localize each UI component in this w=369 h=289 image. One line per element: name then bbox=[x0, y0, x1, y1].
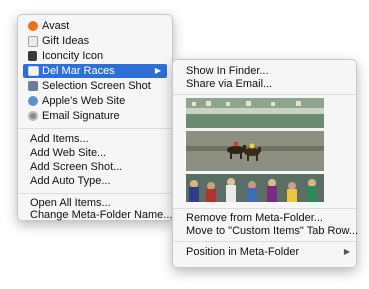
screenshot-icon bbox=[28, 81, 38, 91]
gear-icon bbox=[28, 111, 38, 121]
app-icon bbox=[28, 51, 37, 61]
menu-item-add-web-site[interactable]: Add Web Site... bbox=[18, 146, 172, 160]
menu-separator bbox=[173, 241, 356, 242]
menu-separator bbox=[18, 193, 172, 194]
menu-item-show-in-finder[interactable]: Show In Finder... bbox=[173, 64, 356, 78]
menu-item-gift-ideas[interactable]: Gift Ideas bbox=[18, 34, 172, 48]
menu-item-apples-web-site[interactable]: Apple's Web Site bbox=[18, 94, 172, 108]
document-icon bbox=[28, 36, 38, 47]
folder-icon bbox=[28, 66, 39, 76]
menu-separator bbox=[18, 128, 172, 129]
menu-item-selection-screen-shot[interactable]: Selection Screen Shot bbox=[18, 79, 172, 93]
menu-item-position-in-meta-folder[interactable]: Position in Meta-Folder ▶ bbox=[173, 245, 356, 259]
submenu-arrow-icon: ▶ bbox=[154, 66, 161, 75]
menu-item-remove-from-meta-folder[interactable]: Remove from Meta-Folder... bbox=[173, 211, 356, 225]
menu-item-add-screen-shot[interactable]: Add Screen Shot... bbox=[18, 160, 172, 174]
menu-item-del-mar-races[interactable]: Del Mar Races ▶ bbox=[23, 64, 167, 78]
menu-separator bbox=[173, 208, 356, 209]
menu-item-move-to-custom-items-tab-row[interactable]: Move to "Custom Items" Tab Row... bbox=[173, 224, 358, 238]
menu-separator bbox=[173, 94, 356, 95]
menu-item-open-all-items[interactable]: Open All Items... bbox=[18, 196, 172, 210]
menu-item-add-items[interactable]: Add Items... bbox=[18, 132, 172, 146]
context-menu: Avast Gift Ideas Iconcity Icon Del Mar R… bbox=[17, 14, 173, 221]
menu-item-change-meta-folder-name[interactable]: Change Meta-Folder Name... bbox=[18, 210, 172, 221]
menu-item-avast[interactable]: Avast bbox=[18, 19, 172, 33]
avast-icon bbox=[28, 21, 38, 31]
menu-item-share-via-email[interactable]: Share via Email... bbox=[173, 77, 356, 91]
menu-item-email-signature[interactable]: Email Signature bbox=[18, 109, 172, 123]
submenu-arrow-icon: ▶ bbox=[343, 247, 350, 256]
submenu: Show In Finder... Share via Email... Rem… bbox=[172, 59, 358, 268]
menu-item-iconcity-icon[interactable]: Iconcity Icon bbox=[18, 49, 172, 63]
horse-race-photo bbox=[186, 98, 324, 202]
globe-icon bbox=[28, 96, 38, 106]
menu-item-add-auto-type[interactable]: Add Auto Type... bbox=[18, 174, 172, 188]
